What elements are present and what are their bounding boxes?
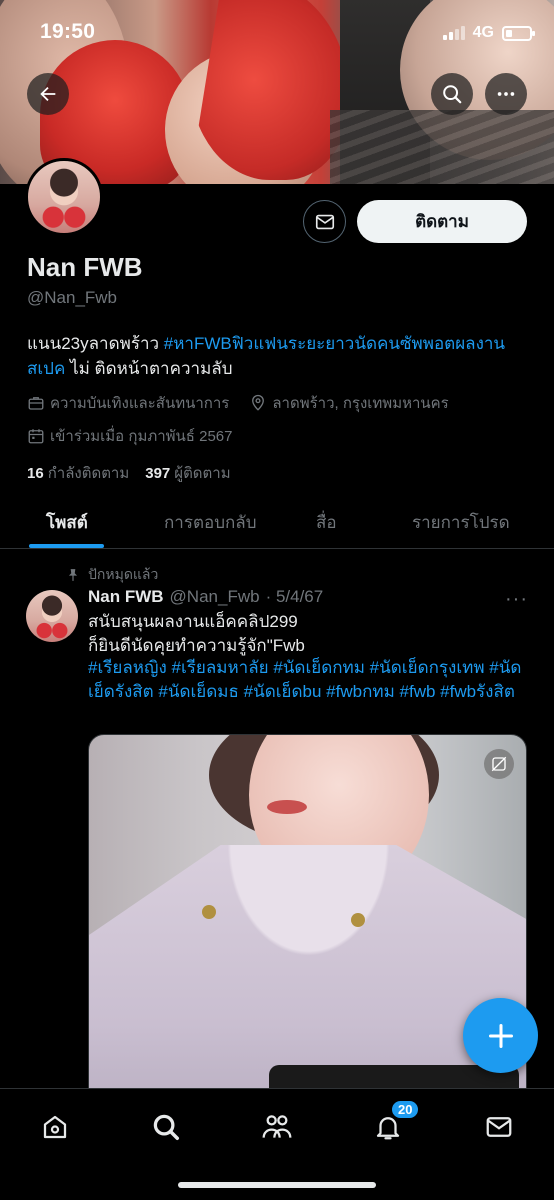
pinned-label: ปักหมุดแล้ว [66, 564, 158, 586]
notification-count-badge: 20 [390, 1099, 421, 1120]
mail-icon [315, 214, 334, 229]
profile-bio: แนน23yลาดพร้าว #หาFWBฟิวแฟนระยะยาวนัดคนซ… [27, 331, 527, 381]
profile-name: Nan FWB [27, 252, 143, 282]
tab-replies[interactable]: การตอบกลับ [164, 509, 257, 536]
network-label: 4G [472, 24, 494, 41]
search-icon [153, 1114, 179, 1140]
post-text-line-2: ก็ยินดีนัดคุยทำความรู้จัก"Fwb [88, 635, 305, 655]
plus-icon [488, 1023, 513, 1048]
arrow-left-icon [40, 86, 56, 102]
profile-handle: @Nan_Fwb [27, 288, 118, 307]
nav-messages[interactable] [479, 1107, 519, 1147]
nav-communities[interactable] [257, 1107, 297, 1147]
status-bar: 19:50 4G [0, 20, 554, 48]
communities-icon [262, 1115, 292, 1138]
sensitive-media-icon [484, 749, 514, 779]
search-button[interactable] [431, 73, 473, 115]
profile-meta-row: ความบันเทิงและสันทนาการ ลาดพร้าว, กรุงเท… [27, 391, 449, 415]
nav-home[interactable] [35, 1107, 75, 1147]
home-icon [43, 1115, 67, 1139]
nav-search[interactable] [146, 1107, 186, 1147]
profile-tabs: โพสต์ การตอบกลับ สื่อ รายการโปรด [0, 495, 554, 549]
search-icon [443, 85, 462, 104]
follow-button[interactable]: ติดตาม [357, 200, 527, 243]
post-hashtags[interactable]: #เรียลหญิง #เรียลมหาลัย #นัดเย็ดกทม #นัด… [88, 656, 528, 703]
post-text-line-1: สนับสนุนผลงานแอ็คคลิป299 [88, 612, 298, 631]
post-text: สนับสนุนผลงานแอ็คคลิป299 ก็ยินดีนัดคุยทำ… [88, 610, 528, 657]
profile-location: ลาดพร้าว, กรุงเทพมหานคร [272, 395, 449, 412]
post-media[interactable] [88, 734, 527, 1134]
battery-icon [502, 25, 535, 41]
home-indicator [178, 1182, 376, 1188]
active-tab-indicator [29, 544, 104, 548]
profile-category: ความบันเทิงและสันทนาการ [50, 395, 230, 412]
signal-icon [442, 26, 465, 40]
post-more-button[interactable]: ··· [505, 588, 528, 611]
calendar-icon [28, 429, 44, 444]
profile-joined: เข้าร่วมเมื่อ กุมภาพันธ์ 2567 [50, 428, 233, 445]
profile-joined-row: เข้าร่วมเมื่อ กุมภาพันธ์ 2567 [27, 424, 232, 448]
post-header: Nan FWB @Nan_Fwb · 5/4/67 [88, 587, 323, 607]
briefcase-icon [28, 397, 44, 410]
post-author-handle: @Nan_Fwb [169, 587, 260, 606]
profile-avatar[interactable] [25, 158, 103, 236]
post-author-name[interactable]: Nan FWB [88, 587, 164, 607]
message-button[interactable] [303, 200, 346, 243]
tab-posts[interactable]: โพสต์ [46, 509, 88, 536]
back-button[interactable] [27, 73, 69, 115]
follow-counts: 16 กำลังติดตาม 397 ผู้ติดตาม [27, 461, 231, 485]
following-link[interactable]: 16 กำลังติดตาม [27, 461, 129, 485]
bio-text-suffix: ไม่ ติดหน้าตาความลับ [65, 359, 233, 378]
status-time: 19:50 [40, 20, 96, 43]
more-icon [497, 92, 515, 96]
tab-media[interactable]: สื่อ [316, 509, 337, 536]
compose-button[interactable] [463, 998, 538, 1073]
mail-icon [486, 1117, 512, 1137]
post-date: · 5/4/67 [265, 587, 324, 606]
followers-link[interactable]: 397 ผู้ติดตาม [145, 461, 230, 485]
post-avatar[interactable] [26, 590, 78, 642]
pin-icon [68, 569, 78, 581]
bio-text: แนน23yลาดพร้าว [27, 334, 164, 353]
more-options-button[interactable] [485, 73, 527, 115]
location-icon [252, 394, 265, 411]
tab-likes[interactable]: รายการโปรด [412, 509, 510, 536]
